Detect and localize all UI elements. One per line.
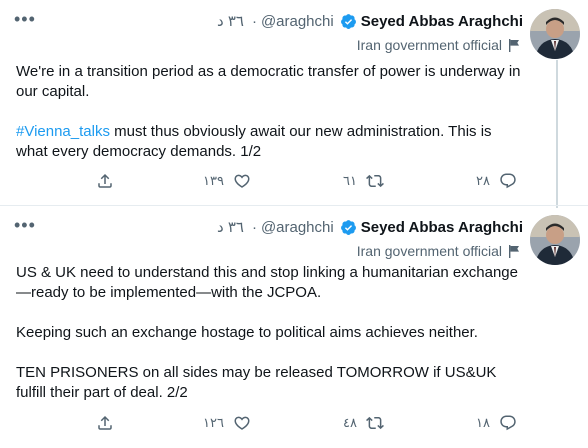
retweet-button[interactable]: ٤٨ (343, 414, 384, 432)
hashtag-link[interactable]: #Vienna_talks (16, 123, 110, 140)
author-name[interactable]: Seyed Abbas Araghchi (361, 219, 523, 236)
tweet-actions: ١٢٦ ٤٨ ١٨ (0, 414, 588, 434)
tweet-time[interactable]: ٣٦ د (217, 218, 244, 236)
separator-dot: · (251, 12, 257, 30)
avatar[interactable] (530, 9, 580, 59)
government-label: Iran government official (357, 243, 520, 259)
reply-icon (500, 415, 516, 431)
tweet-time[interactable]: ٣٦ د (217, 12, 244, 30)
reply-button[interactable]: ١٨ (476, 414, 517, 432)
heart-icon (234, 416, 250, 430)
share-button[interactable] (96, 172, 114, 190)
tweet-paragraph: We're in a transition period as a democr… (16, 63, 521, 100)
like-button[interactable]: ١٣٩ (203, 172, 251, 190)
like-button[interactable]: ١٢٦ (203, 414, 251, 432)
like-count: ١٢٦ (203, 415, 224, 430)
reply-count: ١٨ (476, 415, 490, 430)
flag-icon (509, 38, 519, 52)
author-name[interactable]: Seyed Abbas Araghchi (361, 13, 523, 30)
tweet-header: ٣٦ د · @araghchi Seyed Abbas Araghchi (217, 217, 523, 237)
verified-badge-icon (340, 219, 356, 235)
share-icon (98, 415, 112, 430)
share-icon (98, 173, 112, 188)
retweet-count: ٦١ (343, 173, 357, 188)
tweet-text: We're in a transition period as a democr… (16, 62, 526, 162)
author-handle[interactable]: @araghchi (261, 13, 334, 30)
author-handle[interactable]: @araghchi (261, 219, 334, 236)
heart-icon (234, 174, 250, 188)
retweet-button[interactable]: ٦١ (343, 172, 384, 190)
government-label-text: Iran government official (356, 243, 502, 259)
reply-button[interactable]: ٢٨ (476, 172, 517, 190)
retweet-count: ٤٨ (343, 415, 357, 430)
thread-connector-line (556, 60, 558, 208)
retweet-icon (366, 174, 384, 188)
reply-count: ٢٨ (476, 173, 490, 188)
tweet-paragraph: US & UK need to understand this and stop… (16, 264, 518, 301)
tweet-2[interactable]: ••• ٣٦ د · @araghchi Seyed Abbas Araghch… (0, 206, 588, 448)
like-count: ١٣٩ (203, 173, 224, 188)
avatar[interactable] (530, 215, 580, 265)
flag-icon (509, 244, 519, 258)
more-icon[interactable]: ••• (14, 216, 36, 234)
tweet-paragraph: TEN PRISONERS on all sides may be releas… (16, 364, 497, 401)
government-label: Iran government official (357, 37, 520, 53)
share-button[interactable] (96, 414, 114, 432)
separator-dot: · (251, 218, 257, 236)
tweet-paragraph: #Vienna_talks must thus obviously await … (16, 122, 526, 162)
more-icon[interactable]: ••• (14, 10, 36, 28)
tweet-actions: ١٣٩ ٦١ ٢٨ (0, 172, 588, 192)
reply-icon (500, 173, 516, 189)
tweet-1[interactable]: ••• ٣٦ د · @araghchi Seyed Abbas Araghch… (0, 0, 588, 205)
retweet-icon (366, 416, 384, 430)
tweet-text: US & UK need to understand this and stop… (16, 263, 526, 403)
tweet-header: ٣٦ د · @araghchi Seyed Abbas Araghchi (217, 11, 523, 31)
tweet-paragraph: Keeping such an exchange hostage to poli… (16, 324, 478, 341)
government-label-text: Iran government official (356, 37, 502, 53)
verified-badge-icon (340, 13, 356, 29)
